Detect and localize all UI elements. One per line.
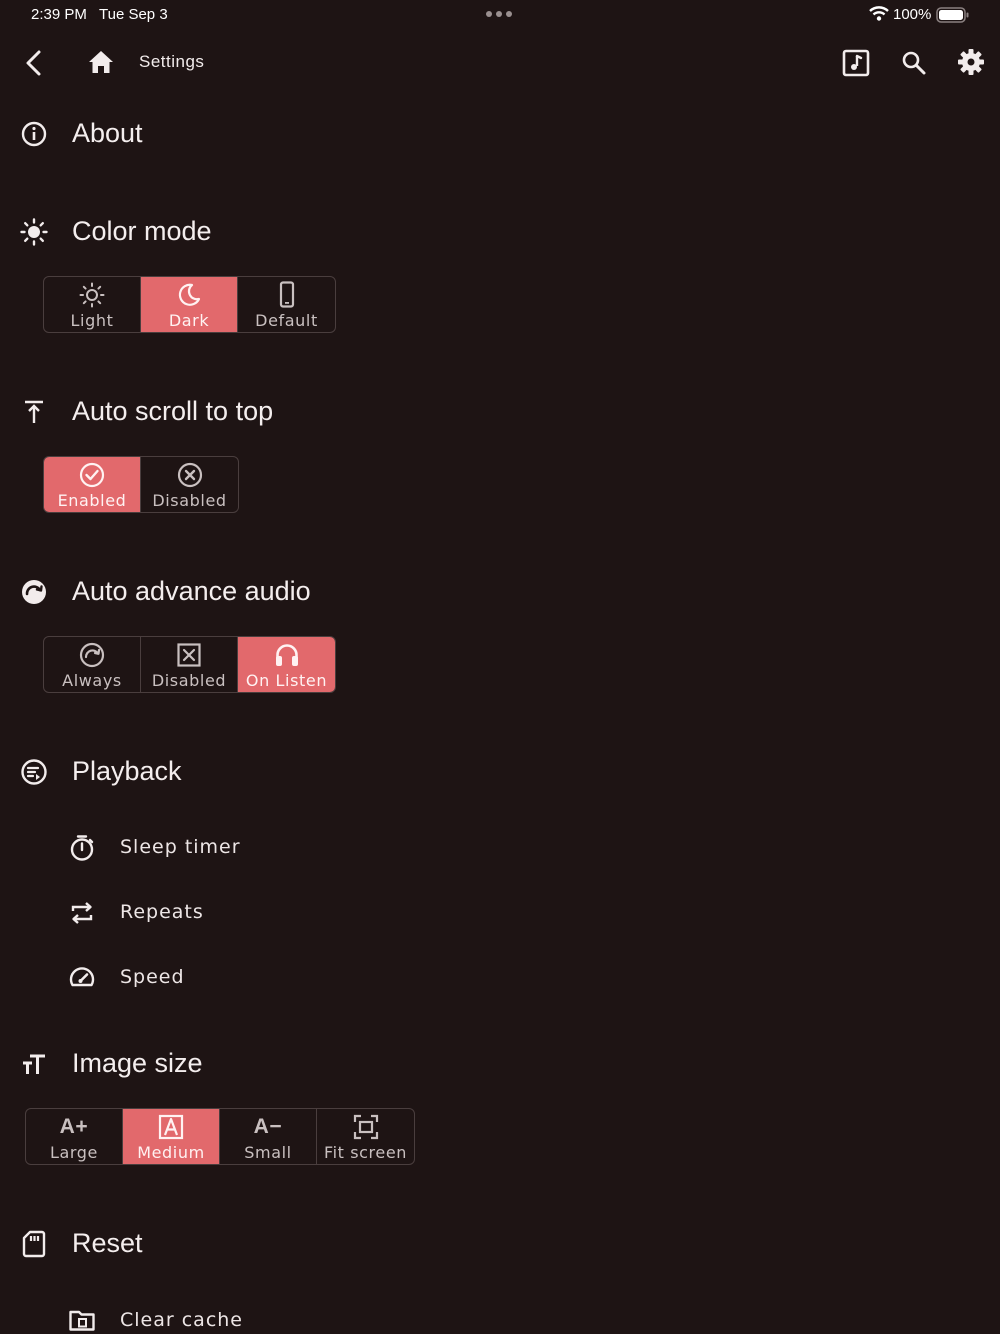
page-title: Settings bbox=[139, 52, 205, 71]
battery-percent: 100% bbox=[893, 6, 932, 23]
sleep-timer-item[interactable]: Sleep timer bbox=[120, 836, 241, 858]
home-icon[interactable] bbox=[87, 49, 115, 75]
about-title[interactable]: About bbox=[72, 118, 143, 149]
back-icon[interactable] bbox=[22, 49, 46, 77]
color-mode-default-button[interactable]: Default bbox=[238, 277, 335, 332]
auto-advance-title: Auto advance audio bbox=[72, 576, 311, 606]
playback-title: Playback bbox=[72, 756, 182, 786]
auto-scroll-disabled-button[interactable]: Disabled bbox=[141, 457, 238, 512]
music-note-box-icon[interactable] bbox=[842, 49, 870, 77]
color-mode-default-label: Default bbox=[255, 311, 318, 330]
color-mode-light-label: Light bbox=[70, 311, 114, 330]
cancel-circle-icon bbox=[177, 462, 202, 488]
image-size-medium-label: Medium bbox=[137, 1143, 205, 1162]
close-box-icon bbox=[177, 643, 201, 667]
image-size-large-label: Large bbox=[49, 1143, 98, 1162]
moon-icon bbox=[178, 283, 201, 306]
fit-screen-icon bbox=[353, 1114, 378, 1140]
color-mode-dark-button[interactable]: Dark bbox=[141, 277, 238, 332]
speedometer-icon bbox=[69, 967, 95, 987]
auto-scroll-disabled-label: Disabled bbox=[152, 491, 227, 510]
timer-icon bbox=[70, 835, 94, 861]
auto-advance-selector: Always Disabled On Listen bbox=[43, 636, 336, 693]
auto-advance-icon bbox=[22, 580, 46, 604]
color-mode-light-button[interactable]: Light bbox=[44, 277, 141, 332]
auto-advance-on-listen-button[interactable]: On Listen bbox=[238, 637, 335, 692]
brightness-icon bbox=[20, 218, 48, 246]
battery-icon bbox=[936, 7, 969, 23]
auto-scroll-selector: Enabled Disabled bbox=[43, 456, 239, 513]
status-time: 2:39 PM bbox=[31, 6, 87, 23]
scroll-to-top-icon bbox=[25, 400, 43, 423]
sd-card-icon bbox=[22, 1230, 46, 1258]
image-size-medium-button[interactable]: Medium bbox=[123, 1109, 220, 1164]
color-mode-title: Color mode bbox=[72, 216, 212, 246]
auto-advance-outline-icon bbox=[79, 642, 105, 668]
clear-cache-item[interactable]: Clear cache bbox=[120, 1309, 243, 1331]
speed-item[interactable]: Speed bbox=[120, 966, 185, 988]
status-date: Tue Sep 3 bbox=[99, 6, 168, 23]
info-icon bbox=[21, 121, 47, 147]
sun-icon bbox=[79, 282, 105, 308]
repeats-item[interactable]: Repeats bbox=[120, 901, 204, 923]
image-size-small-label: Small bbox=[244, 1143, 292, 1162]
image-size-small-button[interactable]: A− Small bbox=[220, 1109, 317, 1164]
multitasking-dots-icon[interactable] bbox=[486, 11, 512, 17]
format-box-icon bbox=[158, 1114, 184, 1140]
auto-scroll-enabled-button[interactable]: Enabled bbox=[44, 457, 141, 512]
search-icon[interactable] bbox=[901, 50, 927, 76]
reset-title: Reset bbox=[72, 1228, 143, 1258]
color-mode-dark-label: Dark bbox=[168, 311, 210, 330]
font-increase-icon: A+ bbox=[59, 1115, 89, 1138]
check-circle-icon bbox=[79, 462, 105, 488]
auto-advance-always-label: Always bbox=[62, 671, 122, 690]
gear-icon[interactable] bbox=[957, 48, 985, 76]
auto-scroll-enabled-label: Enabled bbox=[57, 491, 127, 510]
auto-scroll-title: Auto scroll to top bbox=[72, 396, 274, 426]
wifi-icon bbox=[869, 6, 889, 21]
font-decrease-icon: A− bbox=[253, 1115, 283, 1138]
auto-advance-disabled-label: Disabled bbox=[151, 671, 227, 690]
image-size-title: Image size bbox=[72, 1048, 203, 1078]
image-size-selector: A+ Large Medium A− Small Fit screen bbox=[25, 1108, 415, 1165]
color-mode-selector: Light Dark Default bbox=[43, 276, 336, 333]
image-size-large-button[interactable]: A+ Large bbox=[26, 1109, 123, 1164]
image-size-fit-label: Fit screen bbox=[323, 1143, 408, 1162]
auto-advance-disabled-button[interactable]: Disabled bbox=[141, 637, 238, 692]
auto-advance-on-listen-label: On Listen bbox=[245, 671, 328, 690]
playback-icon bbox=[21, 759, 47, 785]
format-size-icon bbox=[23, 1054, 45, 1074]
folder-remove-icon bbox=[69, 1310, 95, 1331]
phone-icon bbox=[279, 281, 294, 308]
repeat-icon bbox=[71, 902, 93, 924]
status-bar: 2:39 PM Tue Sep 3 100% bbox=[0, 0, 1000, 30]
headphones-icon bbox=[275, 644, 298, 666]
image-size-fit-button[interactable]: Fit screen bbox=[317, 1109, 414, 1164]
auto-advance-always-button[interactable]: Always bbox=[44, 637, 141, 692]
